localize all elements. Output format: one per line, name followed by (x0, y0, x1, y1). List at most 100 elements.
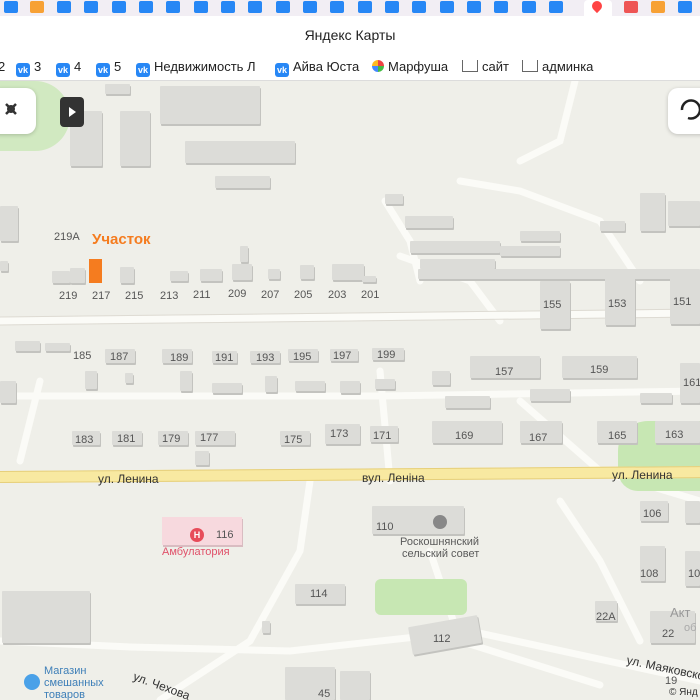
building (195, 451, 209, 465)
bookmark-label: Айва Юста (293, 59, 360, 74)
house-number: 179 (162, 433, 181, 445)
house-number: 201 (361, 289, 380, 301)
building (85, 371, 97, 389)
vk-icon: vk (275, 63, 289, 77)
house-number: 183 (75, 434, 94, 446)
building (640, 393, 672, 403)
tab-favicon[interactable] (651, 1, 665, 13)
house-number: 116 (216, 529, 234, 541)
house-number: 199 (377, 349, 396, 361)
bookmark-label: 4 (74, 59, 82, 74)
play-button[interactable] (60, 97, 84, 127)
building (410, 241, 500, 253)
bookmark-2[interactable]: 2 (0, 59, 5, 75)
building (668, 201, 700, 226)
tab-favicon[interactable] (522, 1, 536, 13)
house-number: 191 (215, 352, 234, 364)
tab-favicon[interactable] (221, 1, 235, 13)
house-number: 151 (673, 296, 692, 308)
house-number: 209 (228, 288, 247, 300)
tab-favicon[interactable] (112, 1, 126, 13)
house-number: 112 (433, 633, 451, 645)
tab-favicon[interactable] (330, 1, 344, 13)
building (105, 84, 130, 94)
flag-icon[interactable] (433, 515, 447, 529)
tab-favicon[interactable] (385, 1, 399, 13)
bookmark-4[interactable]: vk 4 (56, 59, 82, 77)
map-rotate-button[interactable] (668, 88, 700, 134)
shop-label[interactable]: товаров (44, 689, 85, 700)
bookmark-aiva-yusta[interactable]: vk Айва Юста (275, 59, 360, 77)
shop-icon[interactable] (24, 674, 40, 690)
house-number: 197 (333, 350, 352, 362)
tab-favicon[interactable] (276, 1, 290, 13)
building (120, 111, 150, 166)
tab-favicon[interactable] (248, 1, 262, 13)
tab-favicon[interactable] (84, 1, 98, 13)
house-number: 213 (160, 290, 179, 302)
building (2, 591, 90, 643)
layers-icon (5, 103, 17, 115)
tab-favicon[interactable] (194, 1, 208, 13)
building (332, 264, 364, 280)
building (0, 261, 8, 271)
tab-favicon[interactable] (412, 1, 426, 13)
hospital-icon[interactable]: Н (190, 528, 204, 542)
house-number: 195 (293, 351, 312, 363)
house-number: 10 (688, 568, 700, 580)
clinic-label[interactable]: Амбулатория (162, 546, 230, 558)
flower-icon (372, 60, 384, 72)
council-label[interactable]: Роскошнянский (400, 536, 479, 548)
tab-favicon[interactable] (30, 1, 44, 13)
house-number: 114 (310, 588, 328, 600)
house-number: 181 (117, 433, 136, 445)
house-number: 205 (294, 289, 313, 301)
council-label[interactable]: сельский совет (402, 548, 479, 560)
map-layers-button[interactable] (0, 88, 36, 134)
building (52, 271, 70, 283)
poi-label[interactable]: Акт (670, 606, 690, 619)
building (45, 343, 70, 351)
house-number: 106 (643, 508, 662, 520)
bookmark-adminka[interactable]: админка (522, 59, 593, 75)
tab-favicon[interactable] (467, 1, 481, 13)
house-number: 217 (92, 290, 111, 302)
house-number: 177 (200, 432, 219, 444)
house-number: 157 (495, 366, 514, 378)
tab-favicon[interactable] (139, 1, 153, 13)
tab-favicon[interactable] (440, 1, 454, 13)
tab-favicon[interactable] (358, 1, 372, 13)
map-canvas[interactable]: Участок 219А 219 217 215 213 211 209 207… (0, 81, 700, 700)
house-number: 153 (608, 298, 627, 310)
building (300, 265, 314, 279)
tab-favicon[interactable] (494, 1, 508, 13)
shop-label[interactable]: Магазин (44, 665, 86, 677)
house-number: 219 (59, 290, 78, 302)
bookmark-label: 2 (0, 59, 6, 74)
vk-icon: vk (96, 63, 110, 77)
plot-marker[interactable] (89, 259, 102, 283)
house-number: 193 (256, 352, 275, 364)
tab-favicon[interactable] (303, 1, 317, 13)
bookmark-label: Недвижимость Л (154, 59, 256, 74)
tab-favicon[interactable] (4, 1, 18, 13)
tab-favicon[interactable] (678, 1, 692, 13)
window-title: Яндекс Карты (0, 16, 700, 54)
building (640, 193, 665, 231)
bookmark-marfusha[interactable]: Марфуша (372, 59, 448, 75)
poi-label[interactable]: об (684, 622, 696, 634)
vk-icon: vk (16, 63, 30, 77)
bookmark-sait[interactable]: сайт (462, 59, 509, 75)
bookmark-3[interactable]: vk 3 (16, 59, 41, 77)
house-number: 219А (54, 231, 80, 243)
bookmark-label: 5 (114, 59, 122, 74)
bookmark-5[interactable]: vk 5 (96, 59, 122, 77)
building (520, 231, 560, 241)
tab-favicon[interactable] (624, 1, 638, 13)
tab-favicon[interactable] (549, 1, 563, 13)
building (445, 396, 490, 408)
bookmark-nedvizhimost[interactable]: vk Недвижимость Л (136, 59, 256, 77)
tab-favicon[interactable] (57, 1, 71, 13)
shop-label[interactable]: смешанных (44, 677, 104, 689)
tab-favicon[interactable] (166, 1, 180, 13)
